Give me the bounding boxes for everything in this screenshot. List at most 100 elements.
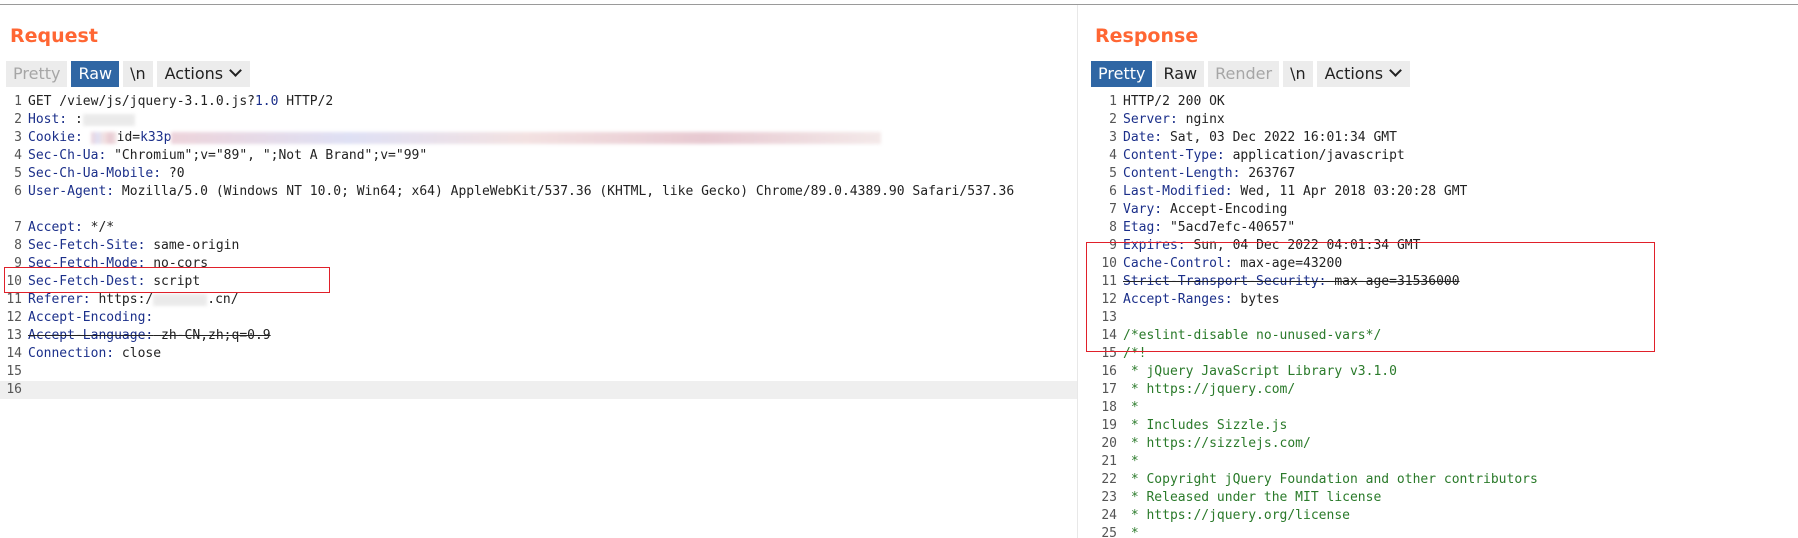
code-line: 25 * bbox=[1085, 525, 1798, 538]
line-number: 19 bbox=[1101, 418, 1117, 433]
code-line: 2 Server: nginx bbox=[1085, 111, 1798, 129]
header-value: nginx bbox=[1177, 112, 1225, 127]
code-line: 13 Accept-Language: zh-CN,zh;q=0.9 bbox=[0, 327, 1077, 345]
line-content: Content-Type: application/javascript bbox=[1123, 147, 1405, 165]
request-toolbar: Pretty Raw \n Actions bbox=[6, 61, 251, 87]
js-comment: * Includes Sizzle.js bbox=[1123, 418, 1288, 433]
header-name: Accept-Language: bbox=[28, 328, 154, 343]
code-line: 12 Accept-Ranges: bytes bbox=[1085, 291, 1798, 309]
line-number: 1 bbox=[1109, 94, 1117, 109]
response-pretty-tab[interactable]: Pretty bbox=[1091, 61, 1153, 87]
cookie-eq: = bbox=[132, 130, 141, 145]
line-number: 11 bbox=[6, 292, 22, 307]
code-line: 17 * https://jquery.com/ bbox=[1085, 381, 1798, 399]
header-value: zh-CN,zh;q=0.9 bbox=[153, 328, 271, 343]
header-name: Date: bbox=[1123, 130, 1163, 145]
header-value: application/javascript bbox=[1224, 148, 1405, 163]
line-number: 9 bbox=[1109, 238, 1117, 253]
js-comment: * bbox=[1123, 526, 1139, 538]
line-number: 18 bbox=[1101, 400, 1117, 415]
line-number: 4 bbox=[1109, 148, 1117, 163]
http-version: HTTP/2 bbox=[278, 94, 334, 109]
line-content: Content-Length: 263767 bbox=[1123, 165, 1295, 183]
js-comment: /*eslint-disable no-unused-vars*/ bbox=[1123, 328, 1382, 343]
response-newline-toggle[interactable]: \n bbox=[1283, 61, 1313, 87]
line-content: Accept-Encoding: bbox=[28, 309, 153, 327]
js-comment: /*! bbox=[1123, 346, 1147, 361]
response-actions-menu[interactable]: Actions bbox=[1316, 61, 1411, 87]
code-line: 3 Cookie: id=k33p bbox=[0, 129, 1077, 147]
line-content: Referer: https:/ .cn/ bbox=[28, 291, 239, 309]
request-editor[interactable]: 1 GET /view/js/jquery-3.1.0.js?1.0 HTTP/2… bbox=[0, 93, 1077, 538]
line-number: 16 bbox=[1101, 364, 1117, 379]
code-line: 14 /*eslint-disable no-unused-vars*/ bbox=[1085, 327, 1798, 345]
cookie-param-value: k33p bbox=[140, 130, 172, 145]
code-line: 14 Connection: close bbox=[0, 345, 1077, 363]
line-number: 3 bbox=[14, 130, 22, 145]
line-content: * jQuery JavaScript Library v3.1.0 bbox=[1123, 363, 1397, 381]
header-name: Sec-Fetch-Dest: bbox=[28, 274, 146, 289]
response-render-tab[interactable]: Render bbox=[1208, 61, 1280, 87]
header-value: Sun, 04 Dec 2022 04:01:34 GMT bbox=[1185, 238, 1421, 253]
line-number: 5 bbox=[14, 166, 22, 181]
header-value: "Chromium";v="89", ";Not A Brand";v="99" bbox=[106, 148, 428, 163]
line-content: Sec-Fetch-Mode: no-cors bbox=[28, 255, 208, 273]
line-content: * bbox=[1123, 453, 1139, 471]
header-name: Accept-Ranges: bbox=[1123, 292, 1233, 307]
header-value: */* bbox=[82, 220, 115, 235]
code-line: 1 GET /view/js/jquery-3.1.0.js?1.0 HTTP/2 bbox=[0, 93, 1077, 111]
js-comment: * https://jquery.org/license bbox=[1123, 508, 1350, 523]
request-newline-toggle[interactable]: \n bbox=[123, 61, 153, 87]
code-line: 9 Expires: Sun, 04 Dec 2022 04:01:34 GMT bbox=[1085, 237, 1798, 255]
code-line: 6 Last-Modified: Wed, 11 Apr 2018 03:20:2… bbox=[1085, 183, 1798, 201]
code-line: 5 Sec-Ch-Ua-Mobile: ?0 bbox=[0, 165, 1077, 183]
line-number: 8 bbox=[14, 238, 22, 253]
line-number: 15 bbox=[6, 364, 22, 379]
header-name: Sec-Fetch-Site: bbox=[28, 238, 146, 253]
js-comment: * jQuery JavaScript Library v3.1.0 bbox=[1123, 364, 1397, 379]
header-value: close bbox=[114, 346, 162, 361]
header-value: script bbox=[145, 274, 201, 289]
request-pretty-tab[interactable]: Pretty bbox=[6, 61, 68, 87]
response-raw-tab[interactable]: Raw bbox=[1156, 61, 1205, 87]
chevron-down-icon bbox=[229, 64, 242, 77]
code-line: 11 Strict-Transport-Security: max-age=315… bbox=[1085, 273, 1798, 291]
header-name: Content-Length: bbox=[1123, 166, 1241, 181]
line-content: * bbox=[1123, 399, 1139, 417]
code-line: 23 * Released under the MIT license bbox=[1085, 489, 1798, 507]
header-name: Accept-Encoding: bbox=[28, 310, 154, 325]
line-content: Etag: "5acd7efc-40657" bbox=[1123, 219, 1295, 237]
line-number: 13 bbox=[6, 328, 22, 343]
response-toolbar: Pretty Raw Render \n Actions bbox=[1091, 61, 1411, 87]
line-content: Vary: Accept-Encoding bbox=[1123, 201, 1287, 219]
redacted-block bbox=[90, 131, 117, 144]
header-value: max-age=43200 bbox=[1232, 256, 1343, 271]
line-content: Sec-Ch-Ua-Mobile: ?0 bbox=[28, 165, 185, 183]
code-line: 4 Sec-Ch-Ua: "Chromium";v="89", ";Not A B… bbox=[0, 147, 1077, 165]
line-number: 10 bbox=[6, 274, 22, 289]
header-name: Accept: bbox=[28, 220, 83, 235]
header-value: ?0 bbox=[161, 166, 185, 181]
line-content: Last-Modified: Wed, 11 Apr 2018 03:20:28… bbox=[1123, 183, 1467, 201]
header-name: Host: bbox=[28, 112, 68, 127]
code-line: 5 Content-Length: 263767 bbox=[1085, 165, 1798, 183]
request-raw-tab[interactable]: Raw bbox=[71, 61, 120, 87]
code-line: 24 * https://jquery.org/license bbox=[1085, 507, 1798, 525]
line-number: 24 bbox=[1101, 508, 1117, 523]
header-value: bytes bbox=[1232, 292, 1280, 307]
code-line: 22 * Copyright jQuery Foundation and oth… bbox=[1085, 471, 1798, 489]
line-content: User-Agent: Mozilla/5.0 (Windows NT 10.0… bbox=[28, 183, 1058, 201]
response-editor[interactable]: 1 HTTP/2 200 OK 2 Server: nginx 3 Date: Sat, … bbox=[1085, 93, 1798, 538]
header-name: Etag: bbox=[1123, 220, 1163, 235]
header-name: Last-Modified: bbox=[1123, 184, 1233, 199]
code-line: 15 /*! bbox=[1085, 345, 1798, 363]
line-content: * https://jquery.org/license bbox=[1123, 507, 1350, 525]
js-comment: * bbox=[1123, 454, 1139, 469]
request-actions-menu[interactable]: Actions bbox=[156, 61, 251, 87]
request-method-path: GET /view/js/jquery-3.1.0.js? bbox=[28, 94, 255, 109]
redacted-block bbox=[153, 293, 208, 306]
status-line: HTTP/2 200 OK bbox=[1123, 94, 1225, 109]
line-number: 6 bbox=[1109, 184, 1117, 199]
header-name: Content-Type: bbox=[1123, 148, 1225, 163]
header-value: Sat, 03 Dec 2022 16:01:34 GMT bbox=[1162, 130, 1397, 145]
